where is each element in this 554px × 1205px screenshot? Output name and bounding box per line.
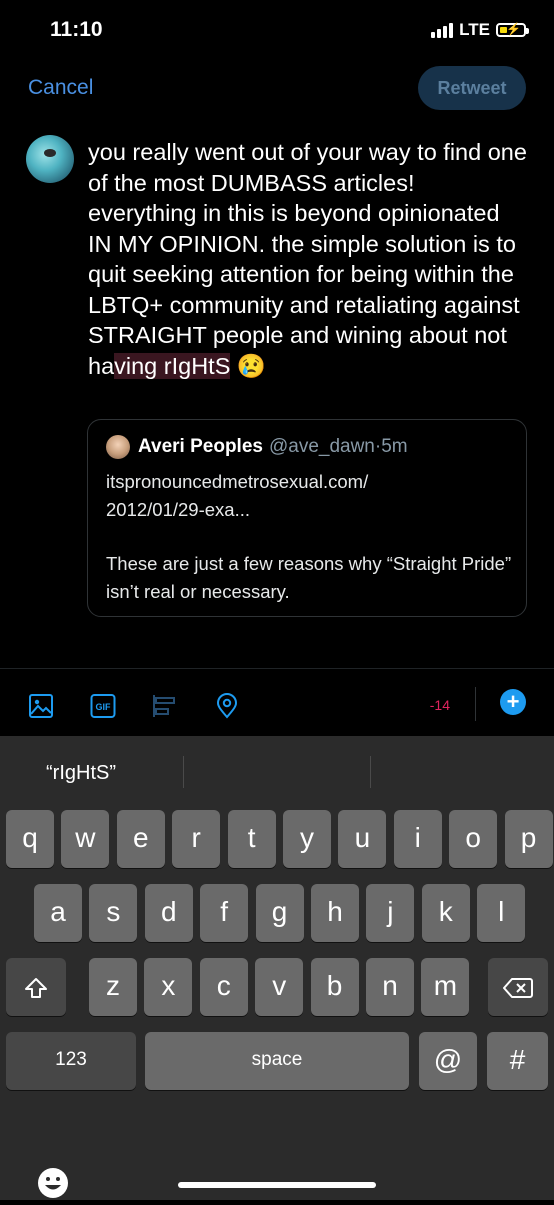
status-bar: 11:10 LTE ⚡ — [0, 0, 554, 60]
key-m[interactable]: m — [421, 958, 470, 1016]
delete-key[interactable] — [488, 958, 548, 1016]
key-b[interactable]: b — [310, 958, 359, 1016]
hash-key[interactable]: # — [487, 1032, 548, 1090]
toolbar-divider — [475, 687, 476, 721]
tweet-text-field[interactable]: you really went out of your way to find … — [88, 137, 528, 381]
emoji-icon — [38, 1168, 68, 1198]
key-v[interactable]: v — [255, 958, 304, 1016]
home-indicator[interactable] — [178, 1182, 376, 1188]
character-counter: -14 — [429, 697, 450, 713]
emoji-key[interactable] — [36, 1166, 70, 1205]
key-e[interactable]: e — [116, 810, 165, 868]
add-tweet-button[interactable]: + — [500, 689, 526, 715]
tweet-text-misspelled: ving rIgHtS — [114, 352, 231, 379]
quoted-link-line-2: 2012/01/29-exa... — [106, 498, 250, 520]
gif-icon[interactable]: GIF — [90, 693, 116, 724]
quoted-link-line-1: itspronouncedmetrosexual.com/ — [106, 471, 369, 492]
user-avatar[interactable] — [26, 135, 74, 183]
suggestion-1[interactable]: “rIgHtS” — [46, 762, 116, 785]
shift-key[interactable] — [6, 958, 66, 1016]
location-icon[interactable] — [214, 693, 240, 724]
quoted-text: These are just a few reasons why “Straig… — [106, 553, 512, 602]
key-p[interactable]: p — [504, 810, 553, 868]
key-i[interactable]: i — [393, 810, 442, 868]
space-key[interactable]: space — [145, 1032, 409, 1090]
shift-icon — [25, 977, 47, 998]
key-u[interactable]: u — [338, 810, 387, 868]
key-w[interactable]: w — [61, 810, 110, 868]
key-n[interactable]: n — [366, 958, 414, 1016]
crying-face-emoji: 😢 — [236, 352, 267, 379]
quoted-avatar — [106, 435, 130, 459]
compose-toolbar: GIF -14 + — [0, 668, 554, 737]
key-l[interactable]: l — [477, 884, 526, 942]
at-key[interactable]: @ — [419, 1032, 477, 1090]
key-o[interactable]: o — [449, 810, 498, 868]
cancel-button[interactable]: Cancel — [28, 76, 93, 100]
backspace-icon — [503, 977, 533, 998]
quoted-tweet-header: Averi Peoples @ave_dawn · 5m — [106, 435, 408, 459]
key-y[interactable]: y — [283, 810, 331, 868]
quoted-tweet-body: itspronouncedmetrosexual.com/ 2012/01/29… — [106, 468, 516, 605]
quoted-tweet[interactable]: Averi Peoples @ave_dawn · 5m itspronounc… — [87, 419, 527, 617]
gif-label: GIF — [96, 702, 112, 712]
poll-icon[interactable] — [152, 693, 178, 724]
key-a[interactable]: a — [34, 884, 82, 942]
key-c[interactable]: c — [199, 958, 248, 1016]
key-q[interactable]: q — [6, 810, 54, 868]
quoted-time: 5m — [381, 436, 408, 457]
numbers-key[interactable]: 123 — [6, 1032, 136, 1090]
status-time: 11:10 — [50, 18, 103, 41]
battery-icon: ⚡ — [496, 22, 529, 37]
suggestion-divider — [183, 756, 184, 788]
key-j[interactable]: j — [366, 884, 415, 942]
key-g[interactable]: g — [255, 884, 304, 942]
tweet-text-main: you really went out of your way to find … — [88, 139, 527, 379]
key-t[interactable]: t — [227, 810, 276, 868]
charging-bolt-icon: ⚡ — [506, 22, 521, 36]
key-x[interactable]: x — [144, 958, 193, 1016]
image-icon[interactable] — [28, 693, 54, 724]
signal-icon — [431, 22, 454, 38]
key-k[interactable]: k — [421, 884, 470, 942]
key-r[interactable]: r — [172, 810, 221, 868]
key-d[interactable]: d — [144, 884, 193, 942]
key-f[interactable]: f — [200, 884, 249, 942]
network-label: LTE — [459, 20, 490, 39]
suggestion-divider — [370, 756, 371, 788]
key-h[interactable]: h — [311, 884, 359, 942]
status-indicators: LTE ⚡ — [431, 20, 529, 40]
quoted-author-handle: @ave_dawn — [268, 436, 375, 457]
retweet-button[interactable]: Retweet — [418, 66, 526, 110]
key-z[interactable]: z — [89, 958, 137, 1016]
keyboard: “rIgHtS” qwertyuiop asdfghjkl zxcvbnm 12… — [0, 736, 554, 1200]
key-s[interactable]: s — [89, 884, 138, 942]
quoted-author-name: Averi Peoples — [138, 436, 263, 457]
